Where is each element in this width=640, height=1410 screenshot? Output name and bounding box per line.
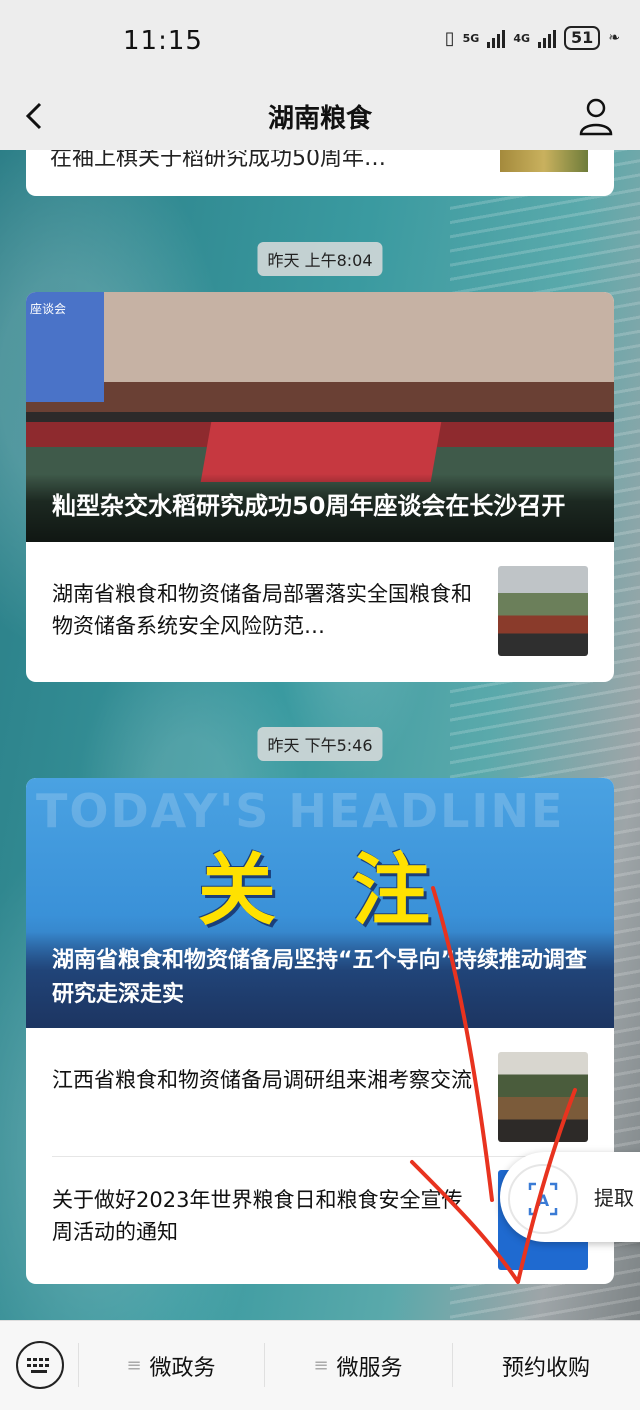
menu-list-icon: ≡ bbox=[313, 1355, 329, 1376]
article-thumbnail bbox=[498, 566, 588, 656]
article-title: 湖南省粮食和物资储备局部署落实全国粮食和物资储备系统安全风险防范… bbox=[52, 582, 472, 638]
partial-article-card[interactable]: 在袖上棋关于稻研究成功50周年… bbox=[26, 150, 614, 196]
cover-watermark: TODAY'S HEADLINE bbox=[36, 784, 565, 838]
list-item[interactable]: 湖南省粮食和物资储备局部署落实全国粮食和物资储备系统安全风险防范… bbox=[26, 542, 614, 682]
article-card-group-1: 座谈会 籼型杂交水稻研究成功50周年座谈会在长沙召开 湖南省粮食和物资储备局部署… bbox=[26, 292, 614, 682]
extract-label: 提取 bbox=[594, 1186, 634, 1210]
svg-text:A: A bbox=[537, 1191, 550, 1210]
menu-item-weizhengwu[interactable]: ≡ 微政务 bbox=[78, 1321, 264, 1410]
cover-word-2: 注 bbox=[352, 846, 431, 936]
cover-word-1: 关 bbox=[198, 846, 277, 936]
cover-article[interactable]: 座谈会 籼型杂交水稻研究成功50周年座谈会在长沙召开 bbox=[26, 292, 614, 542]
article-thumbnail bbox=[498, 1052, 588, 1142]
article-title: 关于做好2023年世界粮食日和粮食安全宣传周活动的通知 bbox=[52, 1188, 463, 1244]
article-title: 江西省粮食和物资储备局调研组来湘考察交流 bbox=[52, 1068, 472, 1092]
vibrate-icon: ▯ bbox=[444, 27, 455, 49]
cover-article[interactable]: TODAY'S HEADLINE 关 注 湖南省粮食和物资储备局坚持“五个导向”… bbox=[26, 778, 614, 1028]
menu-item-label: 预约收购 bbox=[501, 1355, 590, 1381]
menu-item-label: 微服务 bbox=[336, 1355, 403, 1381]
extract-icon-circle: A bbox=[508, 1164, 578, 1234]
extract-text-button[interactable]: A 提取 bbox=[500, 1152, 640, 1242]
list-item[interactable]: 江西省粮食和物资储备局调研组来湘考察交流 bbox=[26, 1028, 614, 1168]
page-title: 湖南粮食 bbox=[267, 104, 372, 134]
cover-title: 籼型杂交水稻研究成功50周年座谈会在长沙召开 bbox=[26, 474, 614, 542]
menu-list-icon: ≡ bbox=[126, 1355, 142, 1376]
text-scan-icon: A bbox=[528, 1182, 558, 1216]
signal-5g-icon bbox=[487, 28, 506, 48]
menu-item-label: 微政务 bbox=[149, 1355, 216, 1381]
menu-item-yuyue-shougou[interactable]: 预约收购 bbox=[452, 1321, 640, 1410]
bottom-menu-bar: ≡ 微政务 ≡ 微服务 预约收购 bbox=[0, 1320, 640, 1410]
user-profile-icon[interactable] bbox=[578, 96, 614, 136]
system-icons: ▯ 5G 4G 51 ❧ bbox=[445, 26, 620, 50]
signal-4g-icon bbox=[538, 28, 556, 48]
cover-screen: 座谈会 bbox=[26, 292, 104, 402]
partial-article-title: 在袖上棋关于稻研究成功50周年… bbox=[50, 150, 386, 171]
status-bar: 11:15 ▯ 5G 4G 51 ❧ bbox=[0, 0, 640, 84]
status-time: 11:15 bbox=[123, 26, 203, 56]
menu-item-weifuwu[interactable]: ≡ 微服务 bbox=[264, 1321, 452, 1410]
cover-watermark: 座谈会 bbox=[30, 302, 67, 316]
message-timestamp: 昨天 上午8:04 bbox=[257, 242, 383, 276]
network-5g-label: 5G bbox=[462, 31, 480, 45]
cover-title: 湖南省粮食和物资储备局坚持“五个导向”持续推动调查研究走深走实 bbox=[26, 932, 614, 1028]
nav-bar: 湖南粮食 bbox=[0, 84, 640, 150]
partial-article-thumbnail bbox=[500, 150, 588, 172]
message-timestamp: 昨天 下午5:46 bbox=[257, 727, 383, 761]
keyboard-icon[interactable] bbox=[16, 1341, 64, 1389]
battery-level: 51 bbox=[564, 26, 601, 50]
network-4g-label: 4G bbox=[513, 31, 530, 45]
leaf-icon: ❧ bbox=[608, 30, 620, 46]
